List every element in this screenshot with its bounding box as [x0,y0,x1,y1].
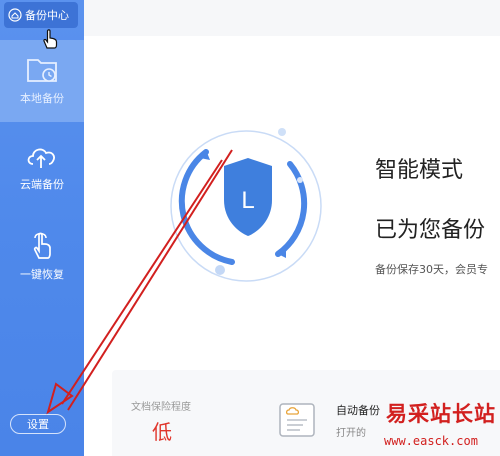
home-shield-icon [8,8,22,22]
cloud-upload-icon [27,148,55,168]
sidebar-item-label: 一键恢复 [20,268,64,281]
shield-letter: L [241,187,254,214]
backup-status-text: 已为您备份 [375,218,486,243]
backup-description: 备份保存30天，会员专 [375,263,488,276]
watermark-site-name: 易采站长站 [386,401,496,426]
sidebar-item-label: 云端备份 [20,178,64,191]
watermark-url: www.easck.com [384,434,478,448]
hand-pointer-cursor-icon [43,29,58,49]
sidebar-item-cloud-backup[interactable]: 云端备份 [0,142,84,202]
mode-title: 智能模式 [375,158,464,183]
auto-backup-title[interactable]: 自动备份 [336,402,380,418]
doc-protection-label: 文档保险程度 [131,402,191,413]
shield-ring-icon: L [170,128,322,282]
protection-status-graphic: L [160,120,340,290]
tap-hand-icon [33,232,51,259]
sidebar-item-local-backup[interactable]: 本地备份 [0,40,84,122]
top-strip [84,0,500,36]
doc-protection-value: 低 [152,420,172,444]
backup-center-label: 备份中心 [25,9,69,22]
sidebar-item-label: 本地备份 [20,92,64,105]
sidebar: 备份中心 本地备份 云端备份 一键恢复 设置 [0,0,84,456]
settings-button[interactable]: 设置 [10,414,66,434]
local-backup-folder-icon [27,59,57,82]
auto-backup-subtitle: 打开的 [336,428,366,439]
sidebar-item-one-click-restore[interactable]: 一键恢复 [0,228,84,288]
auto-backup-document-icon[interactable] [276,400,320,440]
backup-center-title[interactable]: 备份中心 [4,2,78,28]
